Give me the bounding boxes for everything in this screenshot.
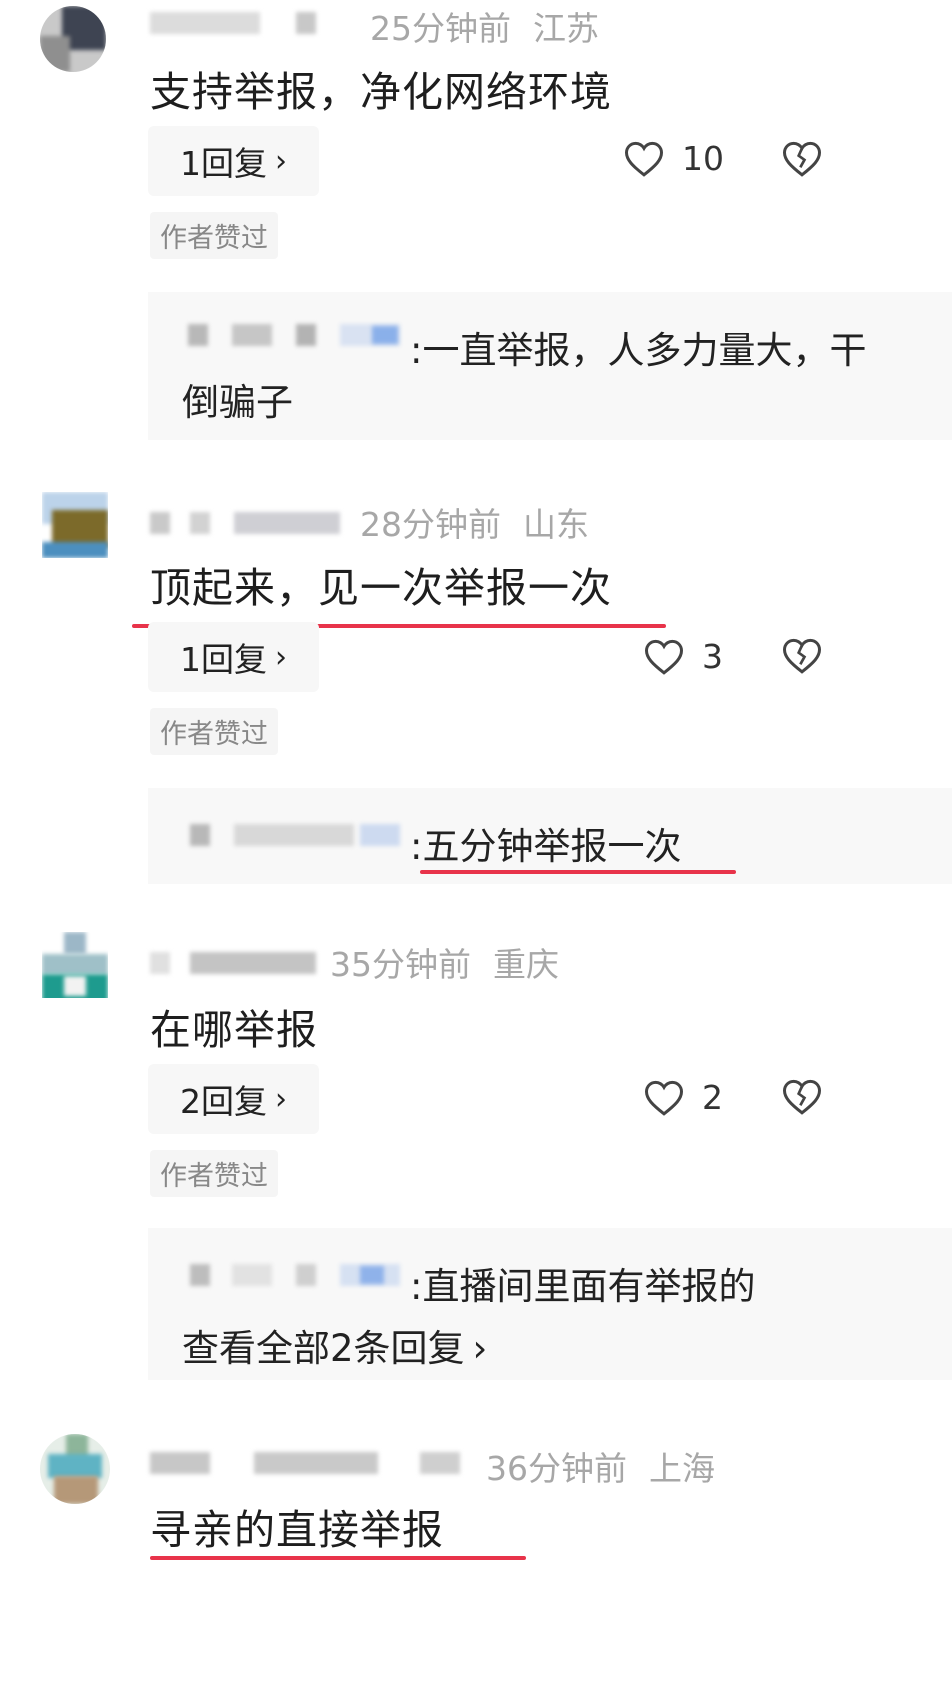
avatar[interactable] — [42, 492, 108, 558]
like-count: 10 — [682, 139, 724, 178]
heart-outline-icon — [624, 141, 664, 177]
comment-time: 35分钟前 — [330, 945, 471, 984]
reply-count-label: 2回复 — [180, 1082, 267, 1121]
sub-reply-text: :一直举报，人多力量大，干 — [410, 329, 867, 372]
comment-location: 山东 — [523, 505, 589, 544]
dislike-button[interactable] — [782, 140, 822, 182]
comment-time: 25分钟前 — [370, 9, 511, 48]
broken-heart-icon — [782, 638, 822, 674]
comment-text: 寻亲的直接举报 — [150, 1506, 444, 1554]
reply-count-button[interactable]: 1回复 › — [148, 622, 319, 692]
author-liked-badge: 作者赞过 — [150, 708, 278, 755]
broken-heart-icon — [782, 1079, 822, 1115]
avatar[interactable] — [42, 932, 108, 998]
like-button[interactable]: 2 — [644, 1078, 723, 1117]
comment-text: 在哪举报 — [150, 1006, 318, 1054]
broken-heart-icon — [782, 141, 822, 177]
view-all-replies-link[interactable]: 查看全部2条回复 › — [182, 1318, 487, 1372]
comment-location: 江苏 — [533, 9, 599, 48]
view-all-replies-label: 查看全部2条回复 — [182, 1327, 465, 1370]
comment-meta: 35分钟前 重庆 — [330, 938, 559, 986]
chevron-right-icon: › — [275, 1081, 287, 1117]
heart-outline-icon — [644, 639, 684, 675]
reply-count-button[interactable]: 2回复 › — [148, 1064, 319, 1134]
comment-location: 重庆 — [493, 945, 559, 984]
like-count: 2 — [702, 1078, 723, 1117]
author-liked-badge: 作者赞过 — [150, 212, 278, 259]
like-count: 3 — [702, 637, 723, 676]
comment-meta: 25分钟前 江苏 — [370, 2, 599, 50]
comment-time: 36分钟前 — [486, 1449, 627, 1488]
comment-location: 上海 — [649, 1449, 715, 1488]
dislike-button[interactable] — [782, 637, 822, 679]
sub-reply-text: :五分钟举报一次 — [410, 825, 682, 868]
chevron-right-icon: › — [275, 143, 287, 179]
highlight-underline — [420, 870, 736, 874]
comment-time: 28分钟前 — [360, 505, 501, 544]
chevron-right-icon: › — [472, 1327, 488, 1370]
chevron-right-icon: › — [275, 639, 287, 675]
author-liked-badge: 作者赞过 — [150, 1150, 278, 1197]
reply-count-label: 1回复 — [180, 144, 267, 183]
like-button[interactable]: 3 — [644, 637, 723, 676]
heart-outline-icon — [644, 1080, 684, 1116]
highlight-underline — [150, 1556, 526, 1560]
sub-reply-text: :直播间里面有举报的 — [410, 1265, 756, 1308]
comment-text: 顶起来，见一次举报一次 — [150, 564, 612, 612]
reply-count-button[interactable]: 1回复 › — [148, 126, 319, 196]
comment-meta: 28分钟前 山东 — [360, 498, 589, 546]
avatar[interactable] — [40, 1434, 110, 1504]
dislike-button[interactable] — [782, 1078, 822, 1120]
comment-text: 支持举报，净化网络环境 — [150, 68, 612, 116]
sub-reply-text-continued: 倒骗子 — [182, 381, 293, 424]
reply-count-label: 1回复 — [180, 640, 267, 679]
comment-meta: 36分钟前 上海 — [486, 1442, 715, 1490]
avatar[interactable] — [40, 6, 106, 72]
like-button[interactable]: 10 — [624, 139, 724, 178]
